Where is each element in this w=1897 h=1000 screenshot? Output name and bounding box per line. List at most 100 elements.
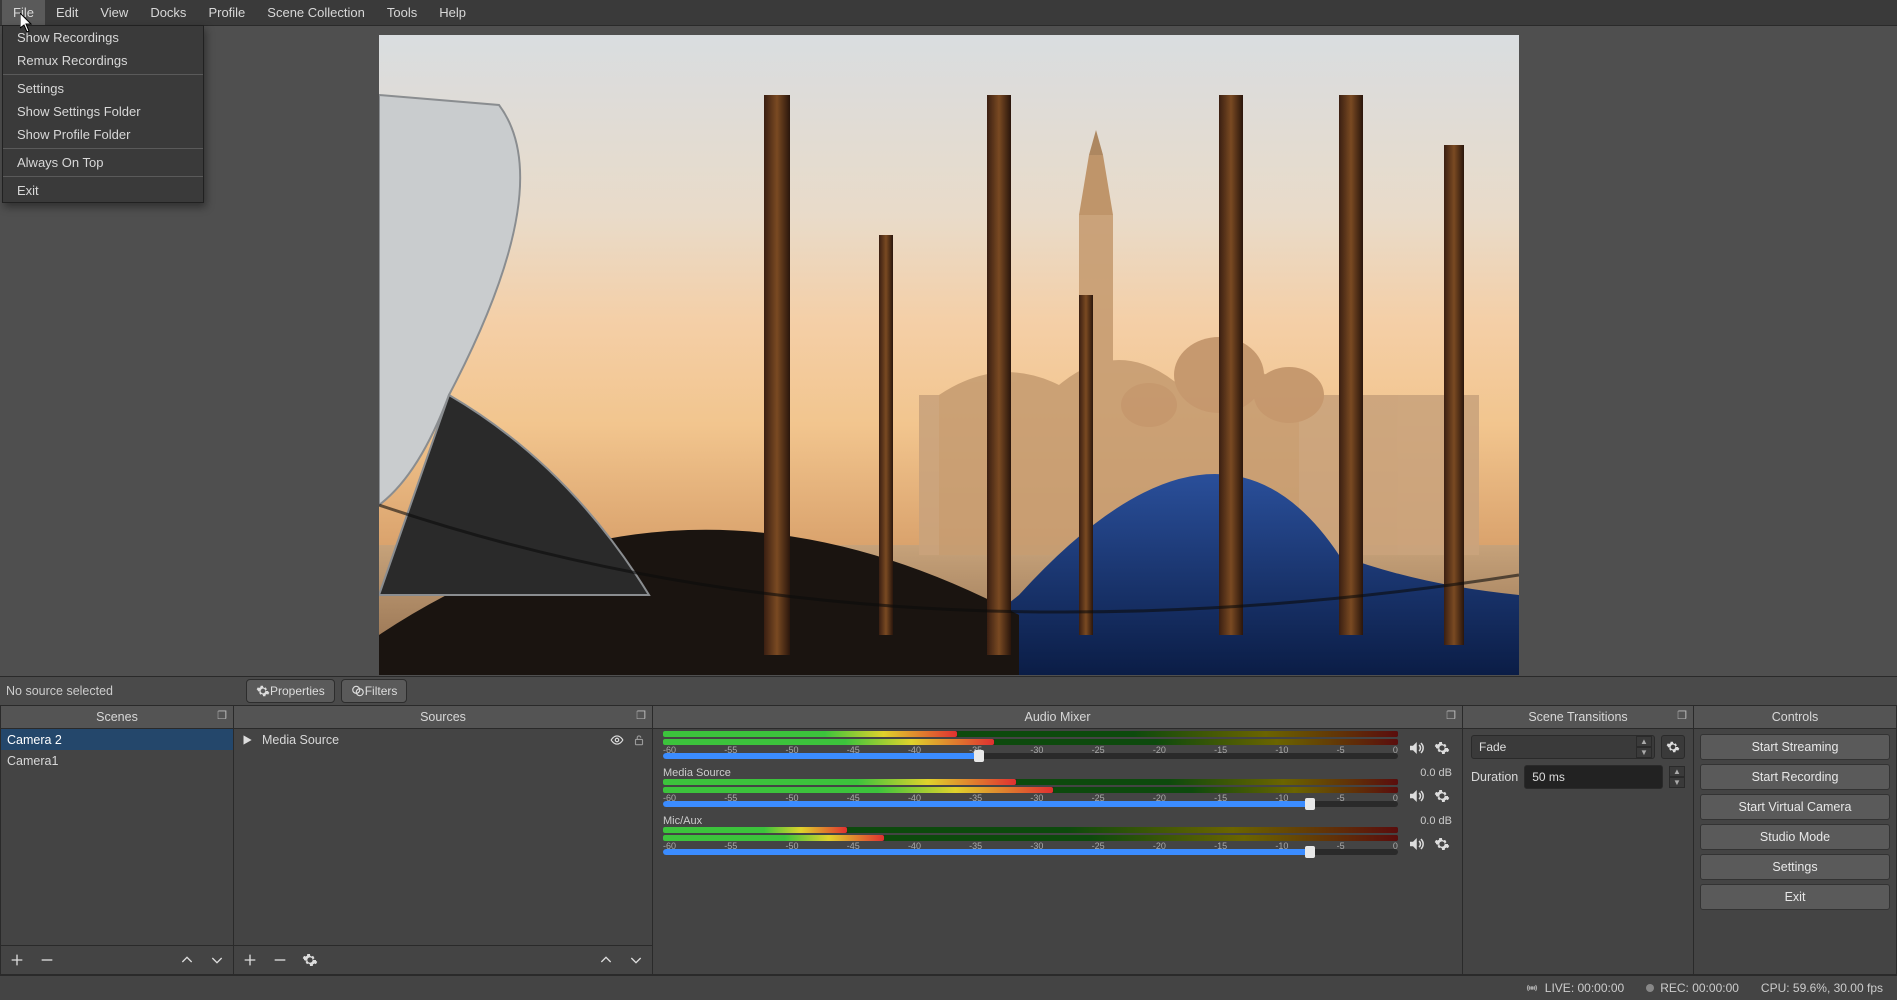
source-up-button[interactable] — [596, 950, 616, 970]
broadcast-icon — [1525, 981, 1539, 995]
play-icon — [240, 733, 254, 747]
sources-header: Sources — [420, 710, 466, 724]
rec-dot-icon — [1646, 984, 1654, 992]
audio-meter: -60-55-50-45-40-35-30-25-20-15-10-50 — [663, 779, 1398, 813]
transition-settings-button[interactable] — [1661, 735, 1685, 759]
file-exit[interactable]: Exit — [3, 179, 203, 202]
controls-header: Controls — [1772, 710, 1819, 724]
audio-meter: -60-55-50-45-40-35-30-25-20-15-10-50 — [663, 731, 1398, 765]
rec-status: REC: 00:00:00 — [1646, 981, 1739, 995]
scene-item[interactable]: Camera 2 — [1, 729, 233, 750]
add-source-button[interactable] — [240, 950, 260, 970]
track-label: Media Source — [663, 767, 731, 779]
popout-icon[interactable]: ❐ — [636, 709, 646, 722]
gear-icon — [256, 684, 270, 698]
audio-meter: -60-55-50-45-40-35-30-25-20-15-10-50 — [663, 827, 1398, 861]
chevron-up-icon[interactable]: ▲ — [1669, 766, 1685, 777]
menu-edit[interactable]: Edit — [45, 0, 89, 25]
track-settings-icon[interactable] — [1432, 786, 1452, 806]
scene-down-button[interactable] — [207, 950, 227, 970]
source-item-label: Media Source — [262, 733, 339, 747]
popout-icon[interactable]: ❐ — [1677, 709, 1687, 722]
scene-item[interactable]: Camera1 — [1, 750, 233, 771]
menu-help[interactable]: Help — [428, 0, 477, 25]
duration-input[interactable]: 50 ms — [1524, 765, 1663, 789]
cpu-status: CPU: 59.6%, 30.00 fps — [1761, 981, 1883, 995]
audio-mixer-header: Audio Mixer — [1025, 710, 1091, 724]
track-label: Mic/Aux — [663, 815, 702, 827]
studio-mode-button[interactable]: Studio Mode — [1700, 824, 1890, 850]
popout-icon[interactable]: ❐ — [1446, 709, 1456, 722]
speaker-icon[interactable] — [1406, 786, 1426, 806]
scenes-list[interactable]: Camera 2 Camera1 — [1, 729, 233, 945]
track-db: 0.0 dB — [1420, 815, 1452, 827]
file-always-on-top[interactable]: Always On Top — [3, 151, 203, 174]
source-down-button[interactable] — [626, 950, 646, 970]
chevron-down-icon[interactable]: ▼ — [1669, 777, 1685, 788]
audio-track: Media Source 0.0 dB -60-55-50-45-40-35-30-… — [663, 767, 1452, 813]
source-status-text: No source selected — [0, 684, 246, 698]
sources-panel: Sources ❐ Media Source — [234, 705, 653, 975]
menu-profile[interactable]: Profile — [197, 0, 256, 25]
audio-mixer-panel: Audio Mixer ❐ -60-55-50-45-40-35-30-25-20… — [653, 705, 1463, 975]
menu-tools[interactable]: Tools — [376, 0, 428, 25]
lock-icon[interactable] — [632, 733, 646, 747]
status-bar: LIVE: 00:00:00 REC: 00:00:00 CPU: 59.6%,… — [0, 975, 1897, 1000]
settings-button[interactable]: Settings — [1700, 854, 1890, 880]
file-show-profile-folder[interactable]: Show Profile Folder — [3, 123, 203, 146]
track-settings-icon[interactable] — [1432, 834, 1452, 854]
exit-button[interactable]: Exit — [1700, 884, 1890, 910]
file-dropdown: Show Recordings Remux Recordings Setting… — [2, 25, 204, 203]
source-settings-button[interactable] — [300, 950, 320, 970]
file-settings[interactable]: Settings — [3, 77, 203, 100]
popout-icon[interactable]: ❐ — [217, 709, 227, 722]
audio-track: Mic/Aux 0.0 dB -60-55-50-45-40-35-30-25-20… — [663, 815, 1452, 861]
lower-panels: Scenes ❐ Camera 2 Camera1 Sources ❐ Media … — [0, 705, 1897, 975]
menu-scene-collection[interactable]: Scene Collection — [256, 0, 376, 25]
file-show-settings-folder[interactable]: Show Settings Folder — [3, 100, 203, 123]
live-status: LIVE: 00:00:00 — [1525, 981, 1624, 995]
audio-track: -60-55-50-45-40-35-30-25-20-15-10-50 — [663, 731, 1452, 765]
controls-panel: Controls Start Streaming Start Recording… — [1694, 705, 1897, 975]
slider-thumb[interactable] — [1305, 846, 1315, 858]
scenes-panel: Scenes ❐ Camera 2 Camera1 — [0, 705, 234, 975]
source-item[interactable]: Media Source — [234, 729, 652, 751]
audio-mixer-body: -60-55-50-45-40-35-30-25-20-15-10-50Medi… — [653, 729, 1462, 974]
remove-source-button[interactable] — [270, 950, 290, 970]
source-status-row: No source selected Properties Filters — [0, 676, 1897, 705]
start-streaming-button[interactable]: Start Streaming — [1700, 734, 1890, 760]
menu-file[interactable]: File — [2, 0, 45, 25]
start-virtual-camera-button[interactable]: Start Virtual Camera — [1700, 794, 1890, 820]
preview-area — [0, 26, 1897, 676]
chevron-down-icon[interactable]: ▼ — [1636, 747, 1652, 758]
remove-scene-button[interactable] — [37, 950, 57, 970]
scene-transitions-header: Scene Transitions — [1528, 710, 1627, 724]
scenes-header: Scenes — [96, 710, 138, 724]
file-show-recordings[interactable]: Show Recordings — [3, 26, 203, 49]
start-recording-button[interactable]: Start Recording — [1700, 764, 1890, 790]
duration-label: Duration — [1471, 770, 1518, 784]
properties-label: Properties — [270, 684, 325, 698]
file-remux-recordings[interactable]: Remux Recordings — [3, 49, 203, 72]
menu-view[interactable]: View — [89, 0, 139, 25]
scene-transitions-panel: Scene Transitions ❐ Fade ▲▼ Duration 50 m… — [1463, 705, 1694, 975]
menu-bar: File Edit View Docks Profile Scene Colle… — [0, 0, 1897, 26]
track-db: 0.0 dB — [1420, 767, 1452, 779]
speaker-icon[interactable] — [1406, 834, 1426, 854]
filters-button[interactable]: Filters — [341, 679, 408, 703]
track-settings-icon[interactable] — [1432, 738, 1452, 758]
speaker-icon[interactable] — [1406, 738, 1426, 758]
transition-select[interactable]: Fade ▲▼ — [1471, 735, 1655, 759]
slider-thumb[interactable] — [974, 750, 984, 762]
slider-thumb[interactable] — [1305, 798, 1315, 810]
sources-list[interactable]: Media Source — [234, 729, 652, 945]
chevron-up-icon[interactable]: ▲ — [1636, 736, 1652, 747]
menu-docks[interactable]: Docks — [139, 0, 197, 25]
filters-icon — [351, 684, 365, 698]
visibility-icon[interactable] — [610, 733, 624, 747]
scene-up-button[interactable] — [177, 950, 197, 970]
add-scene-button[interactable] — [7, 950, 27, 970]
preview-canvas[interactable] — [379, 35, 1519, 675]
properties-button[interactable]: Properties — [246, 679, 335, 703]
filters-label: Filters — [365, 684, 398, 698]
